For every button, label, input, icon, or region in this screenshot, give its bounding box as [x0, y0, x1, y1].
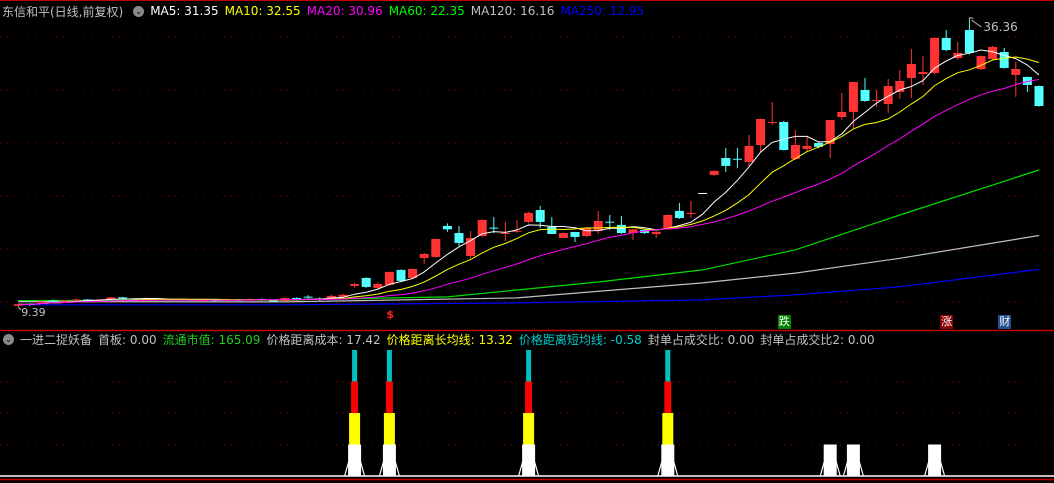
high-flag-icon	[968, 17, 982, 28]
indicator-value: 封单占成交比: 0.00	[647, 332, 755, 347]
ma-value: MA20: 30.96	[306, 4, 383, 18]
candle-up	[558, 233, 568, 238]
stock-title: 东信和平(日线,前复权)	[2, 4, 124, 19]
ma-legend: MA5: 31.35 MA10: 32.55 MA20: 30.96 MA60: 22…	[150, 4, 650, 18]
ma-value: MA60: 22.35	[388, 4, 465, 18]
indicator-value: 封单占成交比2: 0.00	[760, 332, 875, 347]
candle-up	[744, 145, 754, 162]
ma-line-ma20	[18, 79, 1040, 306]
event-tag[interactable]: 跌	[777, 315, 791, 329]
main-chart-header: 东信和平(日线,前复权) ⌄ MA5: 31.35 MA10: 32.55 MA20…	[0, 2, 656, 20]
candle-up	[686, 212, 696, 214]
signal-bar-segment	[846, 444, 860, 476]
candle-up	[767, 121, 777, 123]
candle-up	[756, 119, 766, 146]
signal-bar-segment	[928, 444, 942, 476]
candle-up	[651, 231, 661, 234]
candle-down	[860, 89, 870, 101]
candle-down	[48, 300, 58, 302]
candle-down	[535, 209, 545, 222]
candle-down	[605, 221, 615, 223]
candle-up	[524, 212, 534, 222]
ma-value: MA5: 31.35	[150, 4, 219, 18]
indicator-value: 价格距离成本: 17.42	[266, 332, 381, 347]
candle-down	[814, 142, 824, 147]
candle-up	[384, 271, 394, 285]
candle-down	[570, 231, 580, 237]
candle-down	[674, 210, 684, 219]
indicator-value: 流通市值: 165.09	[162, 332, 261, 347]
ma-value: MA10: 32.55	[224, 4, 301, 18]
signal-bar-segment	[382, 444, 396, 476]
candle-down	[964, 30, 974, 53]
low-price-label: 9.39	[21, 306, 46, 319]
chevron-down-icon[interactable]: ⌄	[3, 333, 14, 345]
indicator-header: ⌄ 一进二捉妖备 首板: 0.00 流通市值: 165.09 价格距离成本: 17.…	[0, 330, 887, 348]
ma-line-ma60	[18, 169, 1040, 302]
candle-up	[419, 253, 429, 258]
candle-down	[1034, 86, 1044, 107]
candle-up	[976, 56, 986, 70]
signal-bar-segment	[523, 413, 535, 445]
candle-up	[837, 111, 847, 117]
candle-down	[732, 158, 742, 160]
signal-bar-segment	[351, 381, 359, 413]
signal-bar-segment	[665, 350, 671, 382]
signal-bar-segment	[386, 350, 392, 382]
candle-up	[709, 170, 719, 175]
chevron-down-icon[interactable]: ⌄	[133, 5, 145, 17]
candle-down	[616, 224, 626, 234]
signal-bar-segment	[385, 381, 393, 413]
candle-down	[442, 225, 452, 230]
signal-bar-segment	[383, 413, 395, 445]
indicator-values: 首板: 0.00 流通市值: 165.09 价格距离成本: 17.42 价格距离长均线…	[98, 331, 881, 348]
candle-down	[396, 269, 406, 281]
candle-up	[848, 82, 858, 112]
candle-up	[71, 299, 81, 301]
candle-up	[802, 145, 812, 149]
kline-chart[interactable]: 36.36 9.39 $	[0, 0, 1054, 483]
dollar-marker-icon: $	[386, 308, 394, 321]
event-tag[interactable]: 财	[998, 315, 1012, 329]
ma-value: MA120: 16.16	[470, 4, 555, 18]
signal-bar-segment	[348, 444, 362, 476]
candle-down	[547, 226, 557, 234]
high-price-label: 36.36	[983, 20, 1017, 34]
indicator-name: 一进二捉妖备	[20, 332, 93, 347]
candle-down	[268, 300, 278, 302]
indicator-value: 价格距离短均线: -0.58	[518, 332, 642, 347]
candle-up	[906, 63, 916, 79]
candle-down	[303, 296, 313, 298]
candle-up	[1011, 69, 1021, 75]
candle-down	[941, 37, 951, 51]
signal-bar-segment	[525, 381, 533, 413]
event-tag[interactable]: 涨	[940, 315, 954, 329]
indicator-value: 价格距离长均线: 13.32	[386, 332, 513, 347]
candle-up	[350, 283, 360, 286]
indicator-value: 首板: 0.00	[98, 332, 157, 347]
signal-bar-segment	[662, 413, 674, 445]
candle-up	[431, 238, 441, 257]
signal-bar-segment	[522, 444, 536, 476]
candle-up	[60, 300, 70, 302]
candle-up	[582, 227, 592, 236]
signal-bar-segment	[664, 381, 672, 413]
candle-down	[454, 233, 464, 243]
ma-value: MA250: 12.95	[560, 4, 645, 18]
candle-down	[721, 158, 731, 166]
candle-down	[489, 227, 499, 229]
candle-doji	[698, 192, 708, 194]
signal-bar-segment	[526, 350, 532, 382]
candle-up	[500, 233, 510, 235]
signal-bar-segment	[823, 444, 837, 476]
signal-bar-segment	[352, 350, 358, 382]
candle-down	[779, 121, 789, 150]
candle-down	[361, 277, 371, 287]
signal-bar-segment	[661, 444, 675, 476]
candle-up	[918, 71, 928, 74]
ma-line-ma120	[18, 234, 1040, 303]
signal-bar-segment	[349, 413, 361, 445]
candle-up	[36, 301, 46, 303]
candle-down	[118, 297, 128, 299]
